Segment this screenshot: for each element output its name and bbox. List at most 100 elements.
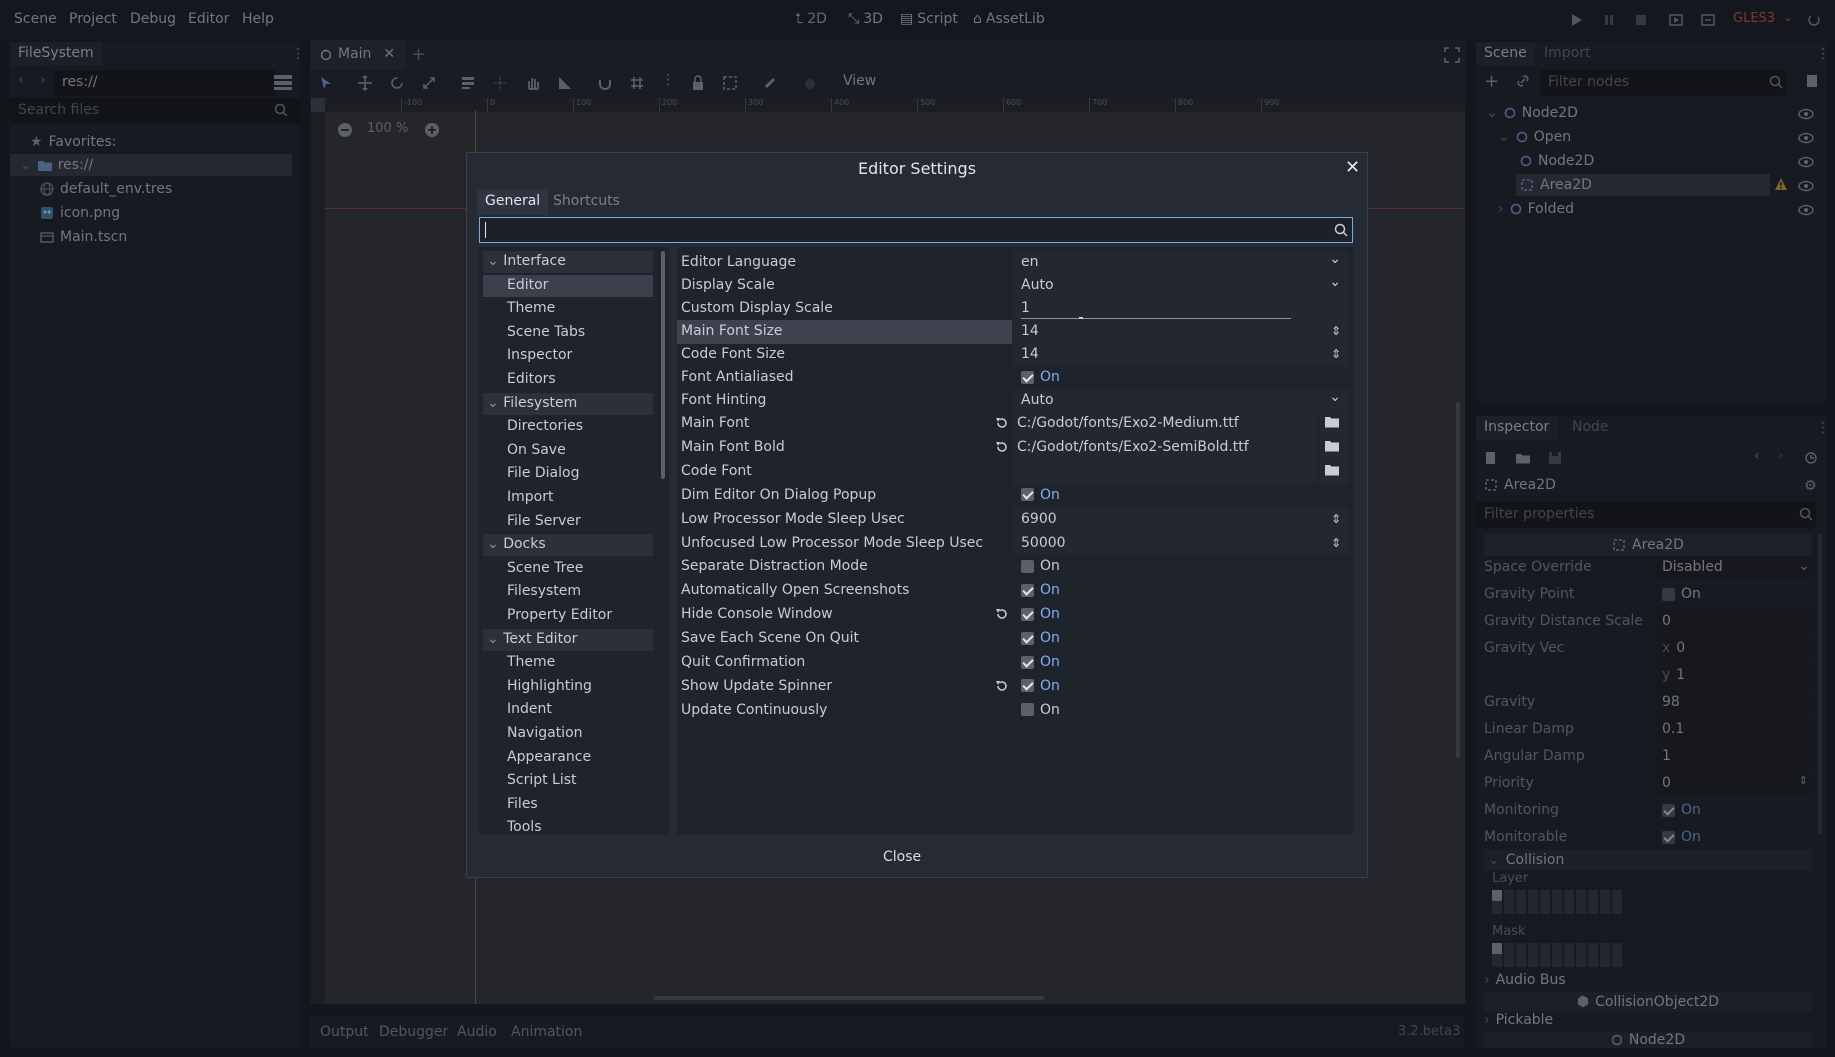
category-item[interactable]: Script List	[483, 770, 653, 792]
setting-value-spin[interactable]: 14 ⇕	[1013, 343, 1349, 367]
setting-value-file[interactable]: C:/Godot/fonts/Exo2-SemiBold.ttf	[1013, 435, 1349, 460]
setting-value-dropdown[interactable]: en ⌄	[1013, 251, 1349, 275]
setting-row[interactable]: Code Font Size 14 ⇕	[677, 343, 1353, 367]
slider-track[interactable]	[1021, 318, 1291, 319]
value-text: Auto	[1021, 277, 1054, 293]
setting-row[interactable]: Main Font Bold C:/Godot/fonts/Exo2-SemiBo…	[677, 435, 1353, 460]
checkbox-icon	[1021, 370, 1034, 384]
setting-row[interactable]: Hide Console Window On	[677, 603, 1353, 628]
category-item[interactable]: Editor	[483, 274, 653, 297]
category-item[interactable]: Import	[483, 487, 653, 509]
category-item[interactable]: Appearance	[483, 747, 653, 769]
category-item[interactable]: On Save	[483, 440, 653, 462]
close-icon[interactable]: ✕	[1345, 157, 1360, 178]
folder-icon[interactable]	[1325, 440, 1339, 454]
setting-value-check[interactable]: On	[1013, 579, 1349, 604]
revert-icon[interactable]	[995, 416, 1009, 430]
setting-value-check[interactable]: On	[1013, 555, 1349, 580]
setting-row[interactable]: Update Continuously On	[677, 698, 1353, 723]
setting-value-slider[interactable]: 1	[1013, 297, 1349, 321]
spin-arrows-icon[interactable]: ⇕	[1331, 347, 1341, 361]
category-item[interactable]: Highlighting	[483, 676, 653, 698]
spin-arrows-icon[interactable]: ⇕	[1331, 536, 1341, 550]
setting-value-check[interactable]: On	[1013, 698, 1349, 723]
category-item[interactable]: Tools	[483, 817, 653, 835]
category-item[interactable]: Inspector	[483, 345, 653, 367]
setting-value-check[interactable]: On	[1013, 651, 1349, 675]
setting-row[interactable]: Font Hinting Auto ⌄	[677, 389, 1353, 413]
category-label: Inspector	[507, 347, 573, 364]
settings-search-input[interactable]	[479, 217, 1353, 243]
setting-label: Editor Language	[681, 254, 796, 270]
category-section[interactable]: ⌄ Docks	[483, 534, 653, 557]
setting-row[interactable]: Main Font Size 14 ⇕	[677, 320, 1353, 344]
text-cursor	[485, 222, 486, 238]
folder-icon[interactable]	[1325, 464, 1339, 478]
setting-value-check[interactable]: On	[1013, 366, 1349, 390]
category-item[interactable]: File Dialog	[483, 463, 653, 485]
setting-value-dropdown[interactable]: Auto ⌄	[1013, 274, 1349, 298]
category-item[interactable]: Theme	[483, 652, 653, 674]
setting-label: Automatically Open Screenshots	[681, 582, 910, 599]
setting-row[interactable]: Main Font C:/Godot/fonts/Exo2-Medium.ttf	[677, 412, 1353, 436]
category-section[interactable]: ⌄ Interface	[483, 251, 653, 273]
setting-value-file[interactable]	[1013, 459, 1349, 484]
setting-value-check[interactable]: On	[1013, 627, 1349, 652]
category-section[interactable]: ⌄ Filesystem	[483, 392, 653, 415]
slider-grabber[interactable]	[1079, 317, 1083, 319]
category-item[interactable]: Navigation	[483, 723, 653, 745]
tab-shortcuts[interactable]: Shortcuts	[545, 189, 628, 215]
setting-row[interactable]: Automatically Open Screenshots On	[677, 579, 1353, 604]
setting-row[interactable]: Save Each Scene On Quit On	[677, 627, 1353, 652]
category-item[interactable]: Scene Tabs	[483, 322, 653, 344]
category-item[interactable]: Theme	[483, 298, 653, 320]
setting-value-spin[interactable]: 50000 ⇕	[1013, 531, 1349, 556]
category-item[interactable]: File Server	[483, 511, 653, 533]
tab-general[interactable]: General	[477, 189, 549, 215]
setting-value-spin[interactable]: 6900 ⇕	[1013, 507, 1349, 532]
checkbox-icon	[1021, 679, 1034, 693]
category-item[interactable]: Property Editor	[483, 605, 653, 627]
setting-row[interactable]: Quit Confirmation On	[677, 651, 1353, 675]
setting-value-file[interactable]: C:/Godot/fonts/Exo2-Medium.ttf	[1013, 412, 1349, 436]
spin-arrows-icon[interactable]: ⇕	[1331, 512, 1341, 526]
category-item[interactable]: Indent	[483, 699, 653, 721]
setting-row[interactable]: Code Font	[677, 459, 1353, 484]
setting-row[interactable]: Editor Language en ⌄	[677, 251, 1353, 275]
setting-value-spin[interactable]: 14 ⇕	[1013, 320, 1349, 344]
setting-label: Main Font Bold	[681, 438, 785, 455]
setting-row[interactable]: Unfocused Low Processor Mode Sleep Usec 5…	[677, 531, 1353, 556]
checkbox-icon	[1021, 655, 1034, 669]
chevron-down-icon: ⌄	[487, 536, 504, 553]
setting-row[interactable]: Show Update Spinner On	[677, 674, 1353, 699]
setting-value-check[interactable]: On	[1013, 483, 1349, 508]
category-section[interactable]: ⌄ Text Editor	[483, 628, 653, 651]
checkbox-label: On	[1040, 677, 1060, 694]
folder-icon[interactable]	[1325, 416, 1339, 430]
revert-icon[interactable]	[995, 679, 1009, 693]
setting-value-check[interactable]: On	[1013, 674, 1349, 699]
setting-row[interactable]: Dim Editor On Dialog Popup On	[677, 483, 1353, 508]
value-text: C:/Godot/fonts/Exo2-Medium.ttf	[1017, 415, 1239, 431]
category-item[interactable]: Files	[483, 794, 653, 816]
category-item[interactable]: Directories	[483, 416, 653, 438]
setting-row[interactable]: Custom Display Scale 1	[677, 297, 1353, 321]
value-text: 14	[1021, 346, 1039, 362]
category-item[interactable]: Filesystem	[483, 581, 653, 603]
setting-row[interactable]: Display Scale Auto ⌄	[677, 274, 1353, 298]
category-label: Filesystem	[507, 583, 582, 600]
revert-icon[interactable]	[995, 440, 1009, 454]
spin-arrows-icon[interactable]: ⇕	[1331, 324, 1341, 338]
category-item[interactable]: Scene Tree	[483, 558, 653, 580]
value-text: 6900	[1021, 510, 1057, 527]
setting-row[interactable]: Font Antialiased On	[677, 366, 1353, 390]
revert-icon[interactable]	[995, 607, 1009, 621]
category-scrollbar[interactable]	[661, 251, 665, 479]
close-button[interactable]: Close	[883, 849, 921, 865]
value-text: 50000	[1021, 534, 1066, 551]
setting-value-dropdown[interactable]: Auto ⌄	[1013, 389, 1349, 413]
setting-row[interactable]: Separate Distraction Mode On	[677, 555, 1353, 580]
category-item[interactable]: Editors	[483, 369, 653, 391]
setting-row[interactable]: Low Processor Mode Sleep Usec 6900 ⇕	[677, 507, 1353, 532]
setting-value-check[interactable]: On	[1013, 603, 1349, 628]
